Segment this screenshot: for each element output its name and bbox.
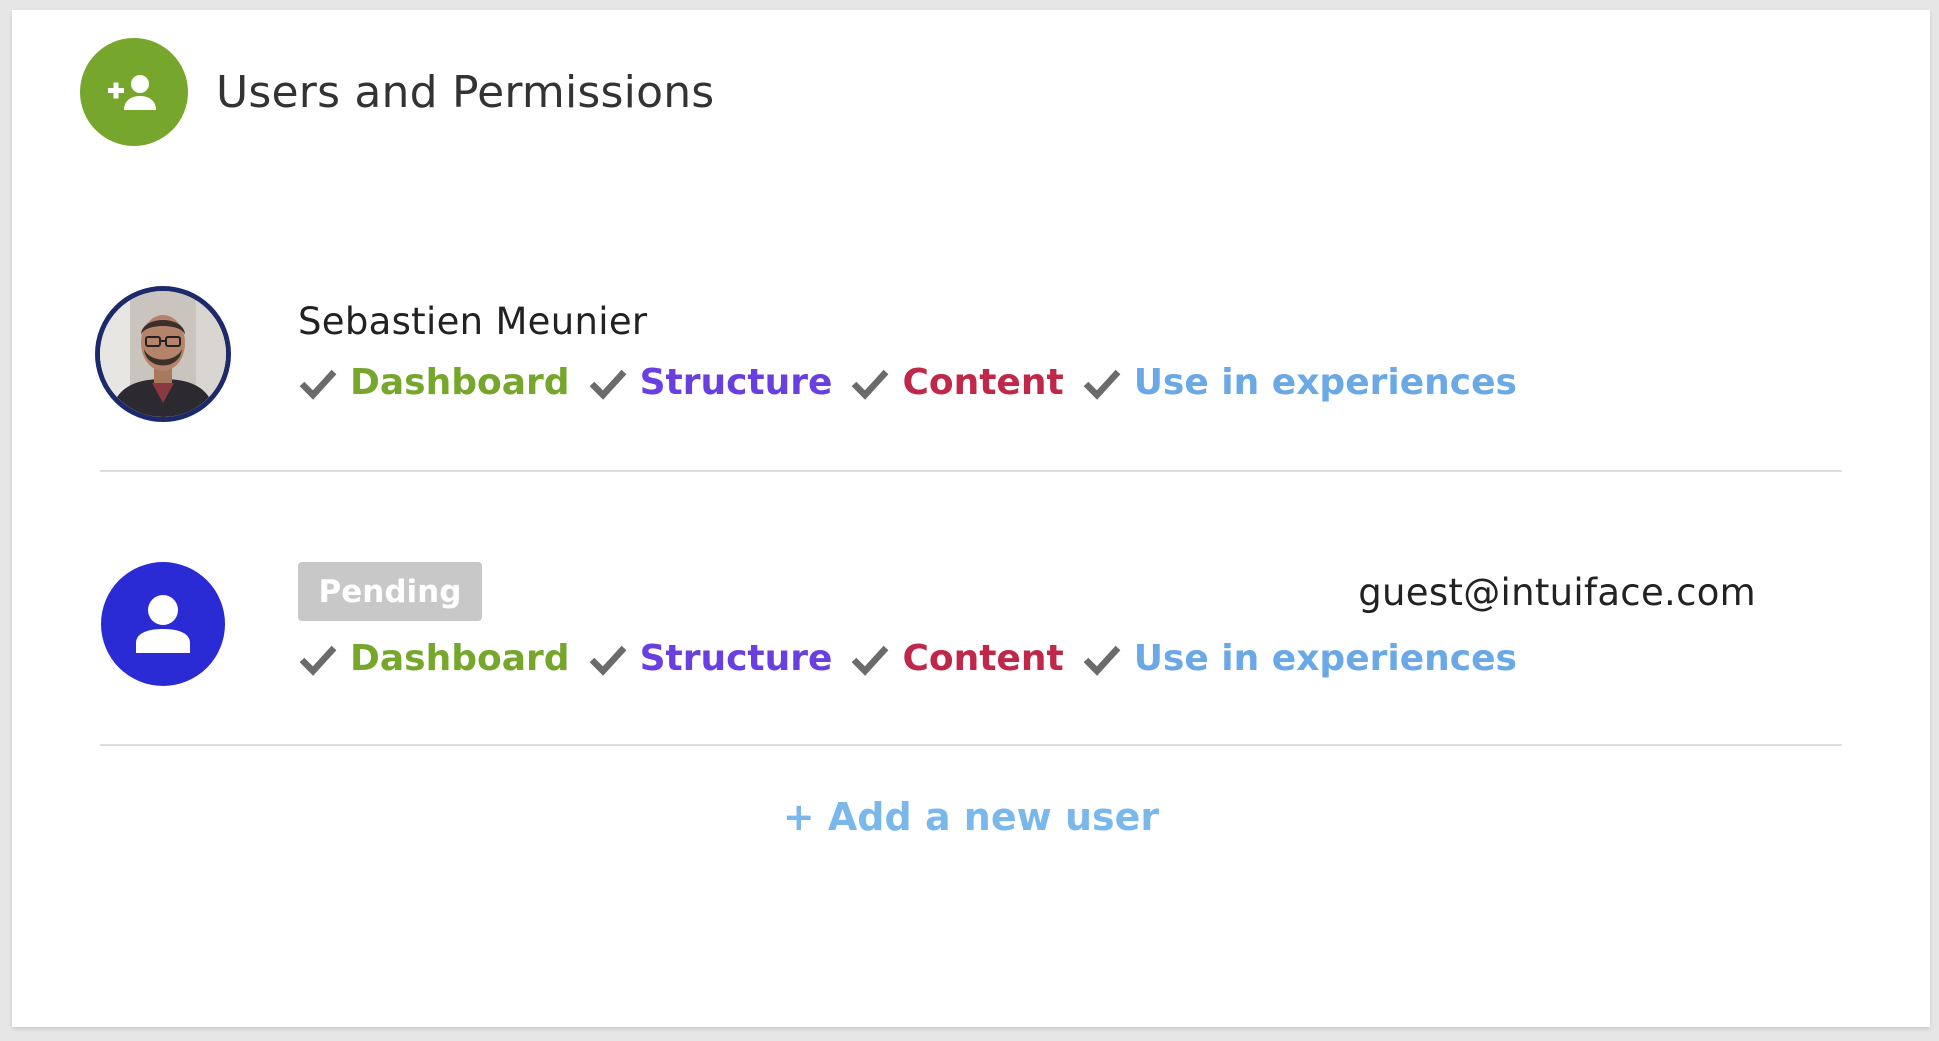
permission-label: Use in experiences <box>1133 638 1517 679</box>
permission-label: Content <box>902 362 1064 403</box>
avatar <box>95 286 231 422</box>
users-permissions-card: Users and Permissions Sebastien Meunier … <box>12 10 1930 1027</box>
user-name: Sebastien Meunier <box>298 300 648 343</box>
divider <box>100 744 1842 746</box>
user-row[interactable]: Sebastien Meunier Dashboard Structure Co… <box>12 274 1930 471</box>
permission-label: Dashboard <box>350 638 570 679</box>
page-title: Users and Permissions <box>216 66 715 118</box>
user-row[interactable]: Pending guest@intuiface.com Dashboard St… <box>12 549 1930 746</box>
check-icon <box>850 639 890 679</box>
permission-list: Dashboard Structure Content Use in exper… <box>298 362 1535 403</box>
check-icon <box>298 639 338 679</box>
permission-label: Structure <box>639 638 833 679</box>
permission-label: Use in experiences <box>1133 362 1517 403</box>
divider <box>100 470 1842 472</box>
card-header: Users and Permissions <box>80 38 714 146</box>
permission-label: Content <box>902 638 1064 679</box>
status-badge: Pending <box>298 562 482 621</box>
permission-label: Dashboard <box>350 362 570 403</box>
permission-dashboard[interactable]: Dashboard <box>298 638 570 679</box>
permission-content[interactable]: Content <box>850 638 1064 679</box>
check-icon <box>1082 363 1122 403</box>
permission-list: Dashboard Structure Content Use in exper… <box>298 638 1535 679</box>
default-user-icon <box>101 562 225 686</box>
permission-structure[interactable]: Structure <box>588 362 833 403</box>
permission-use-in-experiences[interactable]: Use in experiences <box>1082 362 1517 403</box>
permission-use-in-experiences[interactable]: Use in experiences <box>1082 638 1517 679</box>
permission-label: Structure <box>639 362 833 403</box>
permission-structure[interactable]: Structure <box>588 638 833 679</box>
check-icon <box>850 363 890 403</box>
check-icon <box>588 639 628 679</box>
add-user-link[interactable]: + Add a new user <box>12 795 1930 839</box>
check-icon <box>588 363 628 403</box>
add-user-icon <box>80 38 188 146</box>
check-icon <box>1082 639 1122 679</box>
permission-dashboard[interactable]: Dashboard <box>298 362 570 403</box>
permission-content[interactable]: Content <box>850 362 1064 403</box>
user-email: guest@intuiface.com <box>1358 571 1756 614</box>
check-icon <box>298 363 338 403</box>
